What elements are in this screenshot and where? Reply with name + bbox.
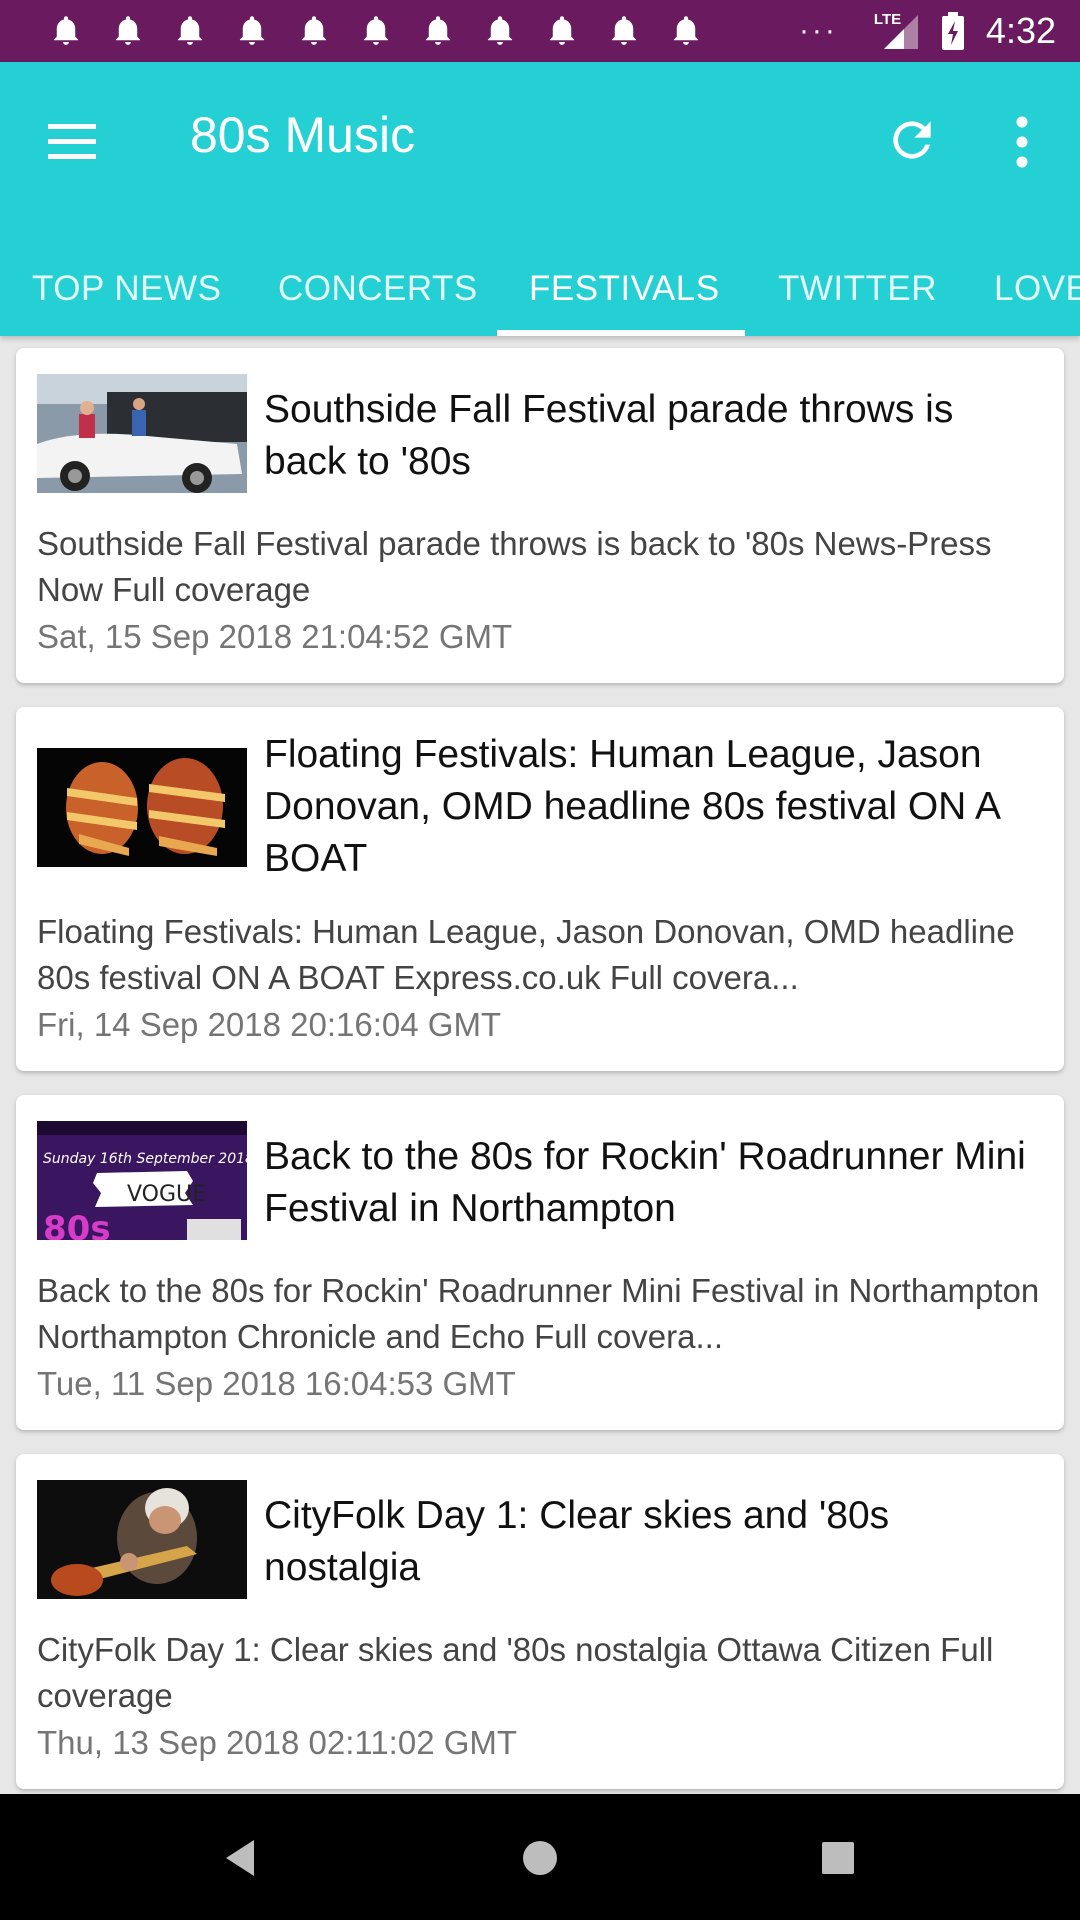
bell-icon <box>177 16 203 45</box>
home-icon[interactable] <box>512 1830 568 1886</box>
article-date: Sat, 15 Sep 2018 21:04:52 GMT <box>37 618 513 655</box>
thumbnail-date-text: Sunday 16th September 2018 <box>43 1151 247 1167</box>
article-description: Back to the 80s for Rockin' Roadrunner M… <box>37 1272 1040 1355</box>
bell-icon <box>363 16 389 45</box>
tab-festivals[interactable]: FESTIVALS <box>529 248 720 336</box>
system-nav-bar <box>0 1794 1080 1920</box>
article-description: Floating Festivals: Human League, Jason … <box>37 913 1015 996</box>
app-bar: 80s Music TOP NEWS CONCERTS FESTIVALS TW… <box>0 62 1080 336</box>
tab-bar: TOP NEWS CONCERTS FESTIVALS TWITTER LOVE <box>0 248 1080 336</box>
bell-icon <box>239 16 265 45</box>
news-card[interactable]: Sunday 16th September 2018 VOGUE 80s Bac… <box>16 1095 1064 1430</box>
article-title[interactable]: Southside Fall Festival parade throws is… <box>264 384 1042 488</box>
news-card[interactable]: CityFolk Day 1: Clear skies and '80s nos… <box>16 1454 1064 1789</box>
app-title: 80s Music <box>190 107 416 163</box>
bell-icon <box>673 16 699 45</box>
status-indicators: ··· LTE 4:32 <box>799 0 1056 62</box>
article-thumbnail <box>37 1480 247 1599</box>
article-title[interactable]: CityFolk Day 1: Clear skies and '80s nos… <box>264 1490 1042 1594</box>
more-notifications-icon: ··· <box>798 14 838 47</box>
thumbnail-logo-text: VOGUE <box>127 1182 206 1207</box>
article-date: Tue, 11 Sep 2018 16:04:53 GMT <box>37 1365 516 1402</box>
article-thumbnail: Sunday 16th September 2018 VOGUE 80s <box>37 1121 247 1240</box>
bell-icon <box>487 16 513 45</box>
clock: 4:32 <box>985 10 1056 51</box>
menu-icon[interactable] <box>44 114 100 170</box>
news-card[interactable]: Southside Fall Festival parade throws is… <box>16 348 1064 683</box>
battery-charging-icon <box>941 12 964 50</box>
bell-icon <box>301 16 327 45</box>
article-date: Fri, 14 Sep 2018 20:16:04 GMT <box>37 1006 502 1043</box>
bell-icon <box>115 16 141 45</box>
more-vert-icon[interactable] <box>1000 112 1044 172</box>
svg-text:80s: 80s <box>43 1209 111 1240</box>
tab-top-news[interactable]: TOP NEWS <box>32 248 221 336</box>
status-bar: ··· LTE 4:32 <box>0 0 1080 62</box>
bell-icon <box>611 16 637 45</box>
tab-indicator <box>497 330 745 336</box>
article-title[interactable]: Floating Festivals: Human League, Jason … <box>264 729 1042 885</box>
bell-icon <box>53 16 79 45</box>
refresh-icon[interactable] <box>884 112 940 168</box>
bell-icon <box>425 16 451 45</box>
article-description: CityFolk Day 1: Clear skies and '80s nos… <box>37 1631 994 1714</box>
article-thumbnail <box>37 748 247 867</box>
article-title[interactable]: Back to the 80s for Rockin' Roadrunner M… <box>264 1131 1042 1235</box>
tab-love[interactable]: LOVE <box>994 248 1080 336</box>
back-icon[interactable] <box>214 1830 270 1886</box>
article-description: Southside Fall Festival parade throws is… <box>37 525 992 608</box>
article-date: Thu, 13 Sep 2018 02:11:02 GMT <box>37 1724 518 1761</box>
recents-icon[interactable] <box>810 1830 866 1886</box>
bell-icon <box>549 16 575 45</box>
tab-concerts[interactable]: CONCERTS <box>278 248 478 336</box>
news-card[interactable]: Floating Festivals: Human League, Jason … <box>16 707 1064 1071</box>
notification-icons <box>52 16 700 46</box>
article-thumbnail <box>37 374 247 493</box>
tab-twitter[interactable]: TWITTER <box>778 248 937 336</box>
lte-signal-icon: LTE <box>874 11 920 51</box>
